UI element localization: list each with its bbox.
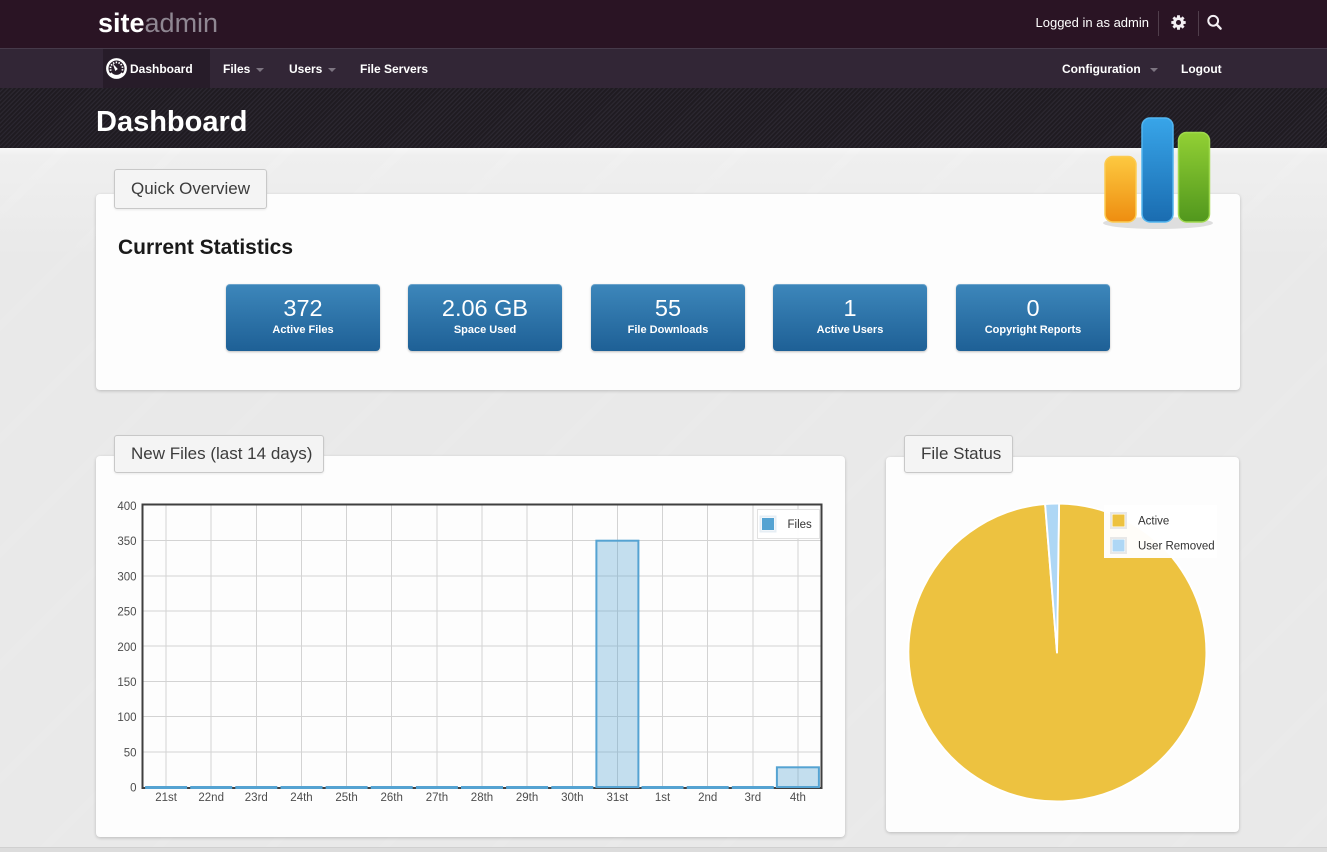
svg-text:29th: 29th bbox=[516, 792, 538, 804]
svg-text:150: 150 bbox=[117, 677, 136, 689]
svg-text:23rd: 23rd bbox=[245, 792, 268, 804]
svg-text:50: 50 bbox=[124, 747, 137, 759]
svg-text:User Removed: User Removed bbox=[1138, 541, 1215, 553]
svg-text:400: 400 bbox=[117, 501, 136, 513]
svg-text:250: 250 bbox=[117, 607, 136, 619]
svg-text:200: 200 bbox=[117, 642, 136, 654]
svg-text:2nd: 2nd bbox=[698, 792, 717, 804]
svg-text:1st: 1st bbox=[655, 792, 671, 804]
svg-text:21st: 21st bbox=[155, 792, 178, 804]
svg-text:4th: 4th bbox=[790, 792, 806, 804]
svg-text:3rd: 3rd bbox=[744, 792, 761, 804]
svg-text:24th: 24th bbox=[290, 792, 312, 804]
svg-text:30th: 30th bbox=[561, 792, 583, 804]
svg-text:28th: 28th bbox=[471, 792, 493, 804]
svg-text:22nd: 22nd bbox=[198, 792, 224, 804]
svg-text:26th: 26th bbox=[381, 792, 403, 804]
svg-text:Files: Files bbox=[788, 519, 813, 531]
svg-text:Active: Active bbox=[1138, 516, 1169, 528]
svg-text:300: 300 bbox=[117, 571, 136, 583]
svg-text:31st: 31st bbox=[607, 792, 630, 804]
svg-text:27th: 27th bbox=[426, 792, 448, 804]
svg-text:0: 0 bbox=[130, 783, 136, 795]
svg-text:25th: 25th bbox=[335, 792, 357, 804]
svg-text:100: 100 bbox=[117, 712, 136, 724]
svg-text:350: 350 bbox=[117, 536, 136, 548]
